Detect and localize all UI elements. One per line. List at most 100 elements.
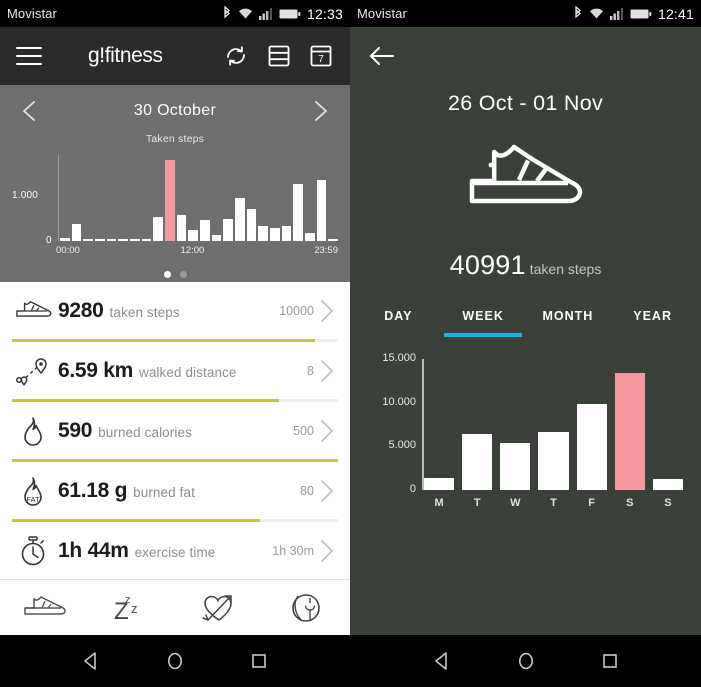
day-bar (141, 238, 152, 241)
bluetooth-icon (575, 6, 581, 19)
left-status-bar: Movistar 12:33 (0, 0, 350, 27)
recents-square-icon[interactable] (248, 650, 270, 672)
week-bar-chart: 0 5.000 10.000 15.000 M T W T F S S (364, 352, 683, 514)
day-bar (293, 183, 304, 241)
clock-label: 12:41 (657, 5, 694, 22)
bluetooth-icon (224, 6, 230, 19)
tab-year[interactable]: YEAR (610, 307, 695, 337)
week-xlabel: M (434, 497, 444, 509)
bottom-tab-bar: z z Z (0, 579, 350, 635)
day-bar (71, 223, 82, 241)
day-bar (200, 220, 210, 241)
tab-week-label: WEEK (462, 309, 504, 323)
metric-row[interactable]: 590 burned calories 500 (0, 402, 350, 459)
metric-value: 1h 44m (58, 538, 129, 562)
week-chart-xlabels: MTWTFSS (424, 492, 683, 514)
battery-icon (630, 9, 652, 18)
week-chart-bars (424, 359, 683, 490)
day-bar (95, 238, 105, 241)
day-bar (235, 198, 245, 241)
week-bar (424, 477, 455, 490)
metric-row[interactable]: FAT 61.18 g burned fat 80 (0, 462, 350, 519)
metric-value: 61.18 g (58, 478, 128, 502)
tab-month[interactable]: MONTH (526, 307, 611, 337)
chevron-left-icon[interactable] (16, 97, 44, 125)
day-chart-ytick-0: 0 (46, 235, 52, 246)
day-bar-chart: 1.000 0 00:00 12:00 23:59 (12, 155, 339, 259)
metric-goal: 10000 (279, 303, 314, 318)
xlabel-start: 00:00 (56, 245, 80, 256)
week-ytick: 10.000 (382, 395, 416, 408)
day-bar (258, 226, 269, 241)
metric-value: 9280 (58, 298, 104, 322)
week-xlabel: T (473, 497, 481, 509)
metric-row[interactable]: 1h 44m exercise time 1h 30m (0, 522, 350, 579)
metric-label: walked distance (138, 364, 237, 380)
chevron-right-icon[interactable] (314, 298, 340, 324)
status-icons: 12:41 (573, 6, 694, 22)
app-title: g!fitness (88, 44, 163, 67)
sync-icon[interactable] (222, 42, 250, 70)
tab-heart[interactable] (175, 592, 263, 624)
week-ytick: 5.000 (388, 439, 416, 452)
day-bar (165, 159, 175, 241)
metric-label: exercise time (134, 544, 216, 560)
week-bar (500, 442, 531, 490)
page-dots[interactable] (0, 271, 350, 278)
metric-row[interactable]: 6.59 km walked distance 8 (0, 342, 350, 399)
app-bar: g!fitness 7 (0, 27, 350, 85)
week-bar (576, 404, 607, 490)
tab-steps[interactable] (0, 595, 88, 621)
metric-label: burned fat (133, 484, 195, 500)
tab-sleep[interactable]: z z Z (88, 591, 176, 625)
svg-text:Z: Z (114, 598, 129, 625)
carrier-label: Movistar (357, 6, 407, 21)
day-bar (328, 238, 339, 241)
flame-fat-icon: FAT (12, 475, 54, 507)
home-circle-icon[interactable] (164, 650, 186, 672)
day-bar (176, 215, 187, 241)
tab-day[interactable]: DAY (356, 307, 441, 337)
arrow-left-icon[interactable] (368, 44, 396, 68)
metric-label: burned calories (98, 424, 192, 440)
app-bar-actions: 7 (222, 42, 334, 70)
calendar-7-icon[interactable]: 7 (308, 42, 334, 70)
day-navigator: 30 October (0, 95, 350, 127)
range-tabs: DAY WEEK MONTH YEAR (350, 307, 701, 337)
chevron-right-icon[interactable] (314, 358, 340, 384)
android-nav-right (350, 635, 701, 687)
recents-square-icon[interactable] (599, 650, 621, 672)
page-dot-1[interactable] (163, 271, 171, 278)
xlabel-end: 23:59 (314, 245, 338, 256)
menu-icon[interactable] (16, 47, 42, 65)
status-icons: 12:33 (222, 6, 343, 22)
list-icon[interactable] (266, 42, 292, 70)
day-bar (211, 234, 222, 241)
shoe-icon (469, 144, 582, 204)
day-bar (281, 226, 292, 241)
page-dot-2[interactable] (179, 271, 187, 278)
day-bar (118, 238, 129, 241)
day-chart-panel: 30 October Taken steps 1.000 0 00:00 12:… (0, 85, 350, 282)
home-circle-icon[interactable] (515, 650, 537, 672)
metric-row[interactable]: 9280 taken steps 10000 (0, 282, 350, 339)
signal-icon (258, 7, 272, 20)
back-triangle-icon[interactable] (431, 650, 453, 672)
chevron-right-icon[interactable] (314, 538, 340, 564)
back-triangle-icon[interactable] (80, 650, 102, 672)
flame-icon (12, 415, 54, 447)
week-xlabel: W (510, 497, 521, 509)
day-bar (246, 209, 257, 241)
day-bar (83, 238, 94, 241)
tab-nutrition[interactable] (263, 591, 351, 625)
chevron-right-icon[interactable] (306, 97, 334, 125)
globe-plant-icon (292, 593, 321, 622)
chevron-right-icon[interactable] (314, 418, 340, 444)
chevron-right-icon[interactable] (314, 478, 340, 504)
day-bar (305, 233, 315, 241)
tab-week[interactable]: WEEK (441, 307, 526, 337)
metric-value: 590 (58, 418, 93, 442)
week-ytick: 0 (409, 483, 416, 495)
battery-icon (279, 9, 301, 18)
week-xlabel: S (664, 497, 672, 509)
